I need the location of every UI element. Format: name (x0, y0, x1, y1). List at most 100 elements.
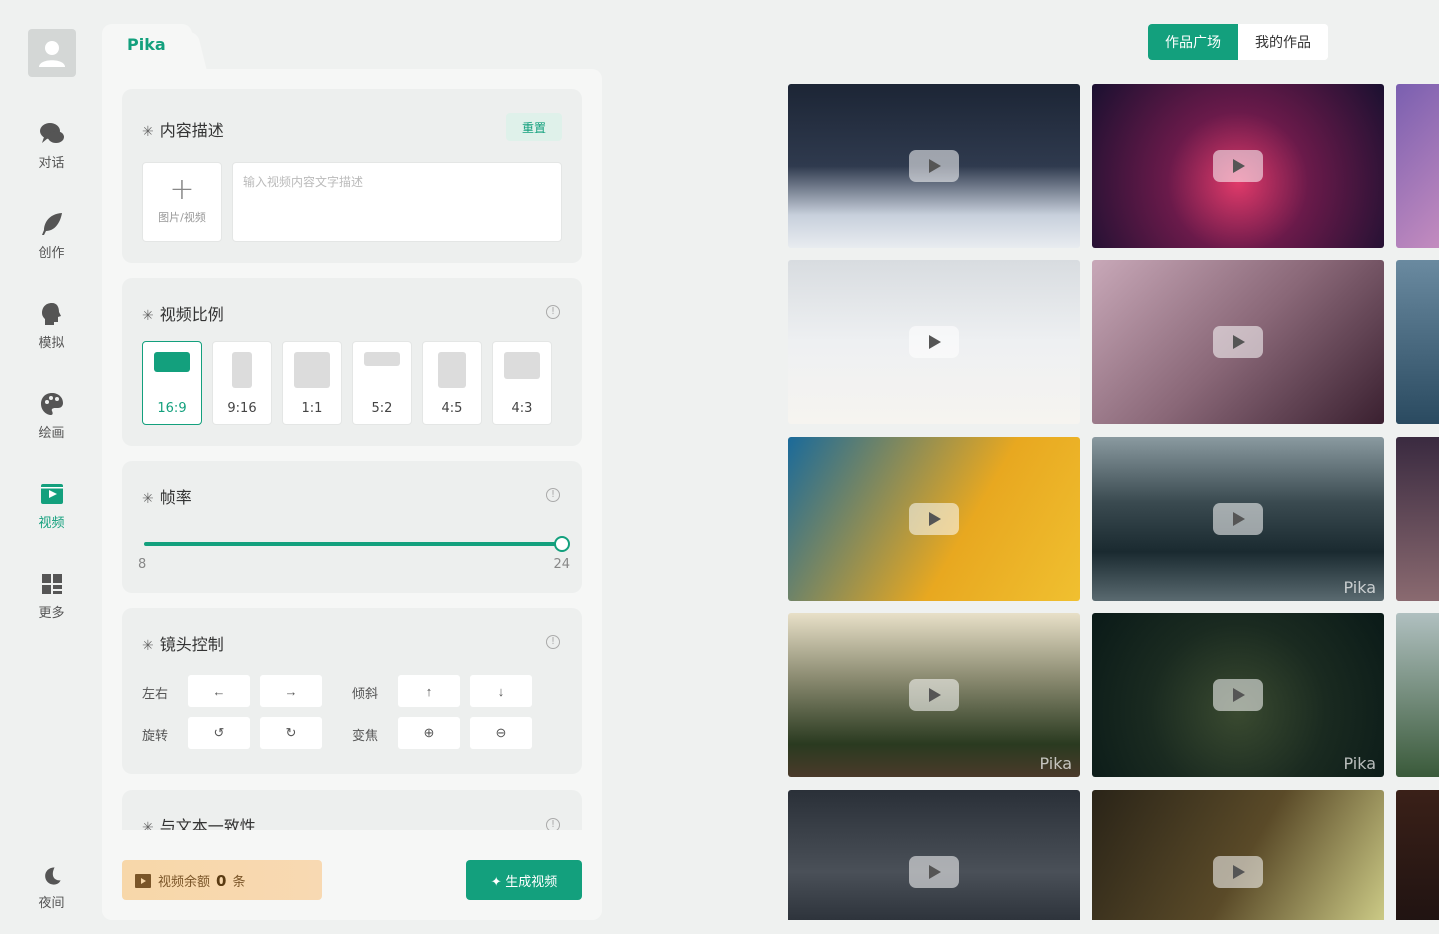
sidebar-item-label: 创作 (38, 246, 65, 261)
video-gallery: Pika Pika Pika (788, 84, 1439, 920)
fps-slider-track[interactable] (144, 542, 562, 546)
arrow-left-icon: ← (212, 683, 226, 699)
balance-label: 视频余额 (158, 875, 211, 890)
ratio-label: 1:1 (301, 401, 323, 416)
ratio-label: 16:9 (157, 401, 187, 416)
tilt-up-button[interactable]: ↑ (398, 675, 460, 707)
video-thumbnail[interactable] (788, 790, 1080, 920)
sidebar-item-paint[interactable]: 绘画 (0, 390, 103, 441)
ratio-option-4-5[interactable]: 4:5 (422, 341, 482, 425)
asterisk-icon: ✳ (142, 638, 154, 654)
ratio-option-1-1[interactable]: 1:1 (282, 341, 342, 425)
camera-title: ✳ 镜头控制 (142, 635, 224, 654)
rotate-ccw-button[interactable]: ↺ (188, 717, 250, 749)
pika-watermark: Pika (1343, 578, 1376, 597)
reset-button[interactable]: 重置 (506, 113, 562, 141)
ratio-option-16-9[interactable]: 16:9 (142, 341, 202, 425)
avatar[interactable] (28, 29, 76, 77)
play-icon (1213, 150, 1263, 182)
ratio-option-9-16[interactable]: 9:16 (212, 341, 272, 425)
fps-slider-handle[interactable] (554, 536, 570, 552)
settings-panel: ✳内容描述 重置 + 图片/视频 ✳视频比例 ! 16:9 9:16 1:1 5… (102, 69, 602, 920)
play-icon (909, 503, 959, 535)
head-profile-icon (41, 303, 61, 325)
info-icon[interactable]: ! (546, 488, 560, 502)
pan-right-button[interactable]: → (260, 675, 322, 707)
video-thumbnail[interactable]: Pika (788, 613, 1080, 777)
ratio-title: ✳ 视频比例 (142, 305, 224, 324)
sidebar-item-more[interactable]: 更多 (0, 570, 103, 621)
video-thumbnail[interactable] (1092, 790, 1384, 920)
play-icon (1213, 856, 1263, 888)
ratio-option-5-2[interactable]: 5:2 (352, 341, 412, 425)
video-clapper-icon (40, 484, 63, 504)
ratio-shape (294, 352, 330, 388)
tab-gallery[interactable]: 作品广场 (1148, 24, 1238, 60)
user-icon (39, 41, 65, 67)
feather-icon (41, 213, 62, 235)
content-title: ✳ 内容描述 (142, 121, 224, 140)
sidebar-item-create[interactable]: 创作 (0, 210, 103, 261)
ratio-option-4-3[interactable]: 4:3 (492, 341, 552, 425)
arrow-up-icon: ↑ (425, 683, 433, 699)
fps-min-label: 8 (138, 557, 147, 572)
balance-count: 0 (216, 872, 227, 890)
sidebar-item-label: 对话 (38, 156, 65, 171)
gallery-tabs: 作品广场 我的作品 (1148, 24, 1328, 60)
zoom-label: 变焦 (352, 729, 379, 744)
video-thumbnail[interactable] (1396, 613, 1439, 777)
video-thumbnail[interactable] (1396, 790, 1439, 920)
video-thumbnail[interactable] (1396, 84, 1439, 248)
tab-my-works[interactable]: 我的作品 (1238, 24, 1328, 60)
video-thumbnail[interactable] (1396, 437, 1439, 601)
ratio-card: ✳ 视频比例 ! 16:9 9:16 1:1 5:2 4:5 4:3 (122, 278, 582, 446)
video-thumbnail[interactable] (1092, 84, 1384, 248)
generate-video-button[interactable]: ✦ 生成视频 (466, 860, 582, 900)
ratio-shape (364, 352, 400, 366)
rotate-cw-button[interactable]: ↻ (260, 717, 322, 749)
moon-icon (44, 867, 61, 885)
tilt-down-button[interactable]: ↓ (470, 675, 532, 707)
asterisk-icon: ✳ (142, 491, 154, 507)
sidebar-item-simulate[interactable]: 模拟 (0, 300, 103, 351)
info-icon[interactable]: ! (546, 305, 560, 319)
ratio-shape (504, 352, 540, 379)
tab-pika[interactable]: Pika (102, 24, 192, 70)
sidebar-item-label: 模拟 (38, 336, 65, 351)
sidebar-item-label: 更多 (38, 606, 65, 621)
play-icon (909, 326, 959, 358)
video-thumbnail[interactable]: Pika (1092, 437, 1384, 601)
upload-media-button[interactable]: + 图片/视频 (142, 162, 222, 242)
zoom-in-button[interactable]: ⊕ (398, 717, 460, 749)
zoom-out-icon: ⊖ (495, 725, 507, 740)
video-thumbnail[interactable] (788, 437, 1080, 601)
asterisk-icon: ✳ (142, 124, 154, 140)
plus-icon: + (169, 172, 195, 207)
description-input[interactable] (232, 162, 562, 242)
zoom-out-button[interactable]: ⊖ (470, 717, 532, 749)
rotate-label: 旋转 (142, 729, 169, 744)
play-icon (1213, 679, 1263, 711)
ratio-label: 9:16 (227, 401, 257, 416)
info-icon[interactable]: ! (546, 635, 560, 649)
video-thumbnail[interactable]: Pika (1092, 613, 1384, 777)
sidebar-item-chat[interactable]: 对话 (0, 120, 103, 171)
video-thumbnail[interactable] (788, 260, 1080, 424)
pan-left-button[interactable]: ← (188, 675, 250, 707)
video-balance: 视频余额 0 条 (122, 860, 322, 900)
fps-card: ✳ 帧率 ! 8 24 (122, 461, 582, 593)
pan-label: 左右 (142, 687, 169, 702)
play-icon (1213, 326, 1263, 358)
fps-max-label: 24 (553, 557, 570, 572)
upload-label: 图片/视频 (158, 211, 206, 224)
sidebar-item-video[interactable]: 视频 (0, 480, 103, 531)
video-thumbnail[interactable] (788, 84, 1080, 248)
asterisk-icon: ✳ (142, 308, 154, 324)
pika-watermark: Pika (1039, 754, 1072, 773)
video-thumbnail[interactable] (1092, 260, 1384, 424)
video-thumbnail[interactable] (1396, 260, 1439, 424)
night-mode-toggle[interactable]: 夜间 (0, 864, 103, 911)
night-mode-label: 夜间 (38, 896, 65, 911)
ratio-label: 4:3 (511, 401, 533, 416)
tilt-label: 倾斜 (352, 687, 379, 702)
